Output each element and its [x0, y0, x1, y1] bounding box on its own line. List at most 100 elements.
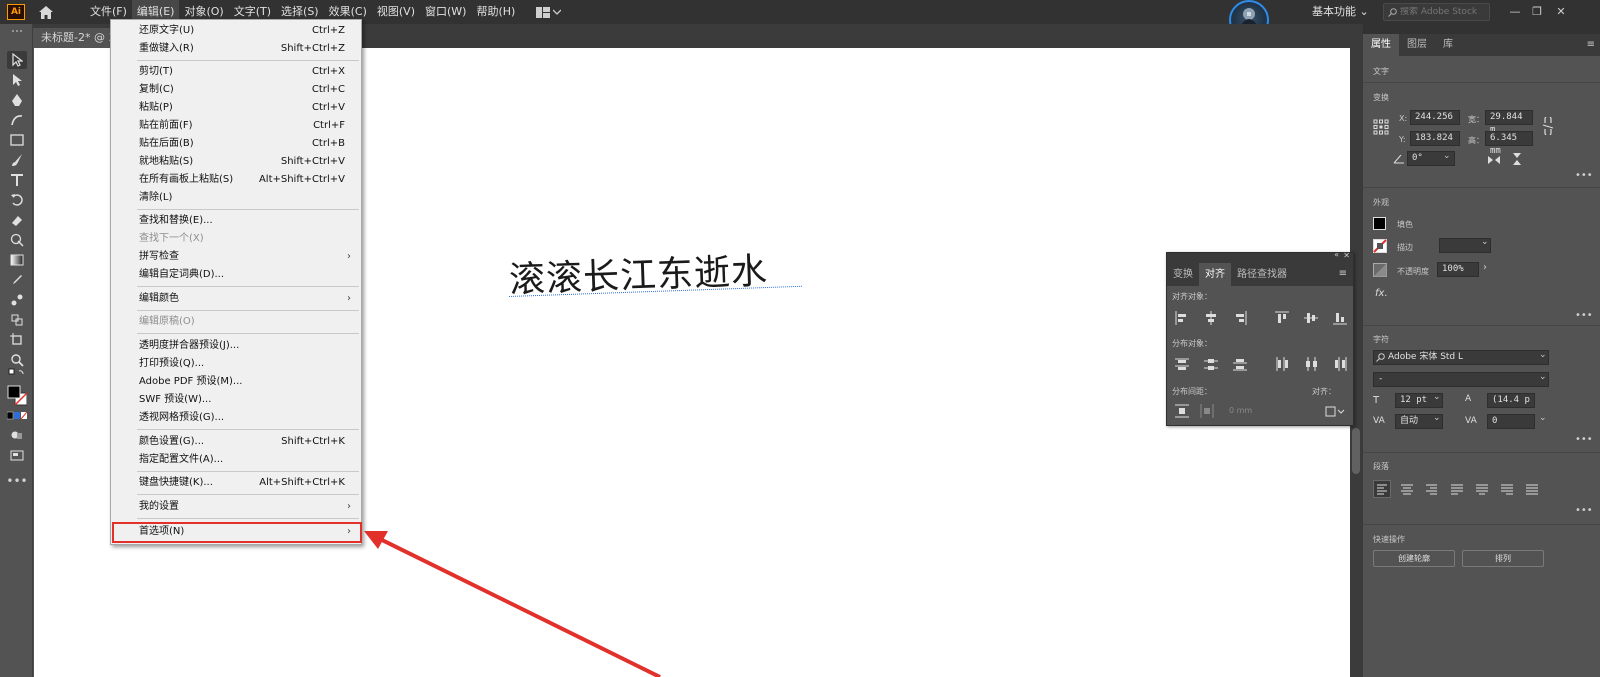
home-icon[interactable]	[37, 3, 55, 21]
align-horizontal-center-icon[interactable]	[1204, 311, 1218, 325]
tab-transform[interactable]: 变换	[1167, 263, 1199, 286]
arrange-button[interactable]: 排列	[1462, 550, 1544, 567]
menu-item-redo[interactable]: 重做键入(R) Shift+Ctrl+Z	[111, 40, 361, 58]
stroke-swatch[interactable]	[1373, 239, 1387, 253]
tab-layers[interactable]: 图层	[1399, 34, 1435, 56]
menu-item-cut[interactable]: 剪切(T) Ctrl+X	[111, 63, 361, 81]
free-transform-tool-icon[interactable]	[7, 231, 27, 249]
menu-item-paste-in-front[interactable]: 贴在前面(F) Ctrl+F	[111, 117, 361, 135]
eyedropper-tool-icon[interactable]	[7, 271, 27, 289]
height-input[interactable]: 6.345 mm	[1485, 131, 1533, 156]
chevron-down-icon[interactable]: ⌄	[1433, 392, 1441, 402]
flip-horizontal-icon[interactable]	[1487, 154, 1501, 166]
stock-search-input[interactable]	[1400, 7, 1480, 17]
menu-item-paste-in-back[interactable]: 贴在后面(B) Ctrl+B	[111, 135, 361, 153]
spacing-value-field[interactable]: 0 mm	[1229, 406, 1252, 415]
more-options-icon[interactable]: •••	[1575, 310, 1593, 321]
chevron-right-icon[interactable]: ›	[1483, 262, 1487, 273]
distribute-top-icon[interactable]	[1175, 357, 1189, 371]
distribute-left-icon[interactable]	[1275, 357, 1289, 371]
arrange-documents-button[interactable]	[536, 6, 562, 18]
distribute-bottom-icon[interactable]	[1233, 357, 1247, 371]
align-top-icon[interactable]	[1275, 311, 1289, 325]
menu-item-perspective-grid-presets[interactable]: 透视网格预设(G)...	[111, 409, 361, 427]
menu-item-undo[interactable]: 还原文字(U) Ctrl+Z	[111, 22, 361, 40]
chevron-down-icon[interactable]: ⌄	[1481, 237, 1489, 247]
chevron-down-icon[interactable]: ⌄	[1539, 350, 1547, 360]
menu-item-edit-original[interactable]: 编辑原稿(O)	[111, 313, 361, 331]
opacity-input[interactable]: 100%	[1437, 262, 1479, 277]
eraser-tool-icon[interactable]	[7, 211, 27, 229]
minimize-icon[interactable]: —	[1504, 0, 1526, 22]
menu-item-edit-colors[interactable]: 编辑颜色 ›	[111, 290, 361, 308]
constrain-proportions-icon[interactable]	[1541, 117, 1555, 135]
default-colors-icon[interactable]	[7, 367, 27, 379]
distribute-vertical-center-icon[interactable]	[1204, 357, 1218, 371]
justify-center-icon[interactable]	[1474, 481, 1490, 497]
align-vertical-center-icon[interactable]	[1304, 311, 1318, 325]
artboard-tool-icon[interactable]	[7, 331, 27, 349]
more-tools-icon[interactable]: •••	[6, 472, 27, 490]
align-left-text-button[interactable]	[1373, 480, 1391, 498]
font-style-select[interactable]: -	[1373, 372, 1549, 387]
menu-item-copy[interactable]: 复制(C) Ctrl+C	[111, 81, 361, 99]
gradient-tool-icon[interactable]	[7, 251, 27, 269]
justify-all-icon[interactable]	[1524, 481, 1540, 497]
reference-point-icon[interactable]	[1373, 119, 1389, 135]
leading-input[interactable]: (14.4 p	[1487, 393, 1535, 408]
distribute-horizontal-spacing-icon[interactable]	[1200, 404, 1214, 418]
rectangle-tool-icon[interactable]	[7, 131, 27, 149]
selection-tool-icon[interactable]	[7, 51, 27, 69]
close-icon[interactable]: ✕	[1343, 251, 1350, 260]
menu-item-paste-in-place[interactable]: 就地粘贴(S) Shift+Ctrl+V	[111, 153, 361, 171]
align-left-icon[interactable]	[1175, 311, 1189, 325]
chevron-down-icon[interactable]: ⌄	[1433, 413, 1441, 423]
align-right-icon[interactable]	[1424, 481, 1440, 497]
flip-vertical-icon[interactable]	[1511, 152, 1523, 166]
create-outlines-button[interactable]: 创建轮廓	[1373, 550, 1455, 567]
tab-properties[interactable]: 属性	[1363, 34, 1399, 56]
align-center-icon[interactable]	[1399, 481, 1415, 497]
menu-item-paste-on-all-artboards[interactable]: 在所有画板上粘贴(S) Alt+Shift+Ctrl+V	[111, 171, 361, 189]
workspace-switcher[interactable]: 基本功能 ⌄	[1312, 0, 1369, 24]
menu-item-flattener-presets[interactable]: 透明度拼合器预设(J)...	[111, 337, 361, 355]
distribute-right-icon[interactable]	[1333, 357, 1347, 371]
tracking-input[interactable]: 0	[1487, 414, 1535, 429]
rotate-tool-icon[interactable]	[7, 191, 27, 209]
menu-item-find-replace[interactable]: 查找和替换(E)...	[111, 212, 361, 230]
stock-search-box[interactable]	[1383, 3, 1490, 21]
menu-window[interactable]: 窗口(W)	[420, 0, 471, 24]
menu-item-edit-dictionary[interactable]: 编辑自定词典(D)...	[111, 266, 361, 284]
panel-menu-icon[interactable]: ≡	[1587, 39, 1595, 50]
menu-item-swf-presets[interactable]: SWF 预设(W)...	[111, 391, 361, 409]
x-input[interactable]: 244.256	[1410, 110, 1460, 125]
collapse-icon[interactable]: «	[1334, 250, 1339, 259]
menu-item-spell-check[interactable]: 拼写检查 ›	[111, 248, 361, 266]
menu-view[interactable]: 视图(V)	[372, 0, 420, 24]
type-tool-icon[interactable]	[7, 171, 27, 189]
menu-item-keyboard-shortcuts[interactable]: 键盘快捷键(K)... Alt+Shift+Ctrl+K	[111, 474, 361, 492]
panel-grip-icon[interactable]	[7, 28, 27, 34]
restore-icon[interactable]: ❐	[1526, 0, 1548, 22]
justify-right-icon[interactable]	[1499, 481, 1515, 497]
font-family-select[interactable]: Adobe 宋体 Std L	[1373, 350, 1549, 365]
scrollbar-thumb[interactable]	[1352, 428, 1360, 474]
width-input[interactable]: 29.844 m	[1485, 110, 1533, 135]
menu-item-assign-profile[interactable]: 指定配置文件(A)...	[111, 451, 361, 469]
fill-swatch[interactable]	[1373, 217, 1386, 230]
close-icon[interactable]: ✕	[1550, 0, 1572, 22]
panel-header[interactable]: « ✕	[1167, 250, 1353, 263]
fill-stroke-swatches[interactable]	[7, 384, 27, 408]
menu-item-print-presets[interactable]: 打印预设(Q)...	[111, 355, 361, 373]
paintbrush-tool-icon[interactable]	[7, 151, 27, 169]
fx-button[interactable]: fx.	[1375, 288, 1388, 299]
more-options-icon[interactable]: •••	[1575, 170, 1593, 181]
justify-left-icon[interactable]	[1449, 481, 1465, 497]
menu-item-my-settings[interactable]: 我的设置 ›	[111, 498, 361, 516]
curvature-tool-icon[interactable]	[7, 111, 27, 129]
chevron-down-icon[interactable]: ⌄	[1539, 413, 1547, 423]
menu-help[interactable]: 帮助(H)	[471, 0, 520, 24]
y-input[interactable]: 183.824	[1410, 131, 1460, 146]
drawing-mode-icon[interactable]	[7, 426, 27, 444]
menu-item-pdf-presets[interactable]: Adobe PDF 预设(M)...	[111, 373, 361, 391]
